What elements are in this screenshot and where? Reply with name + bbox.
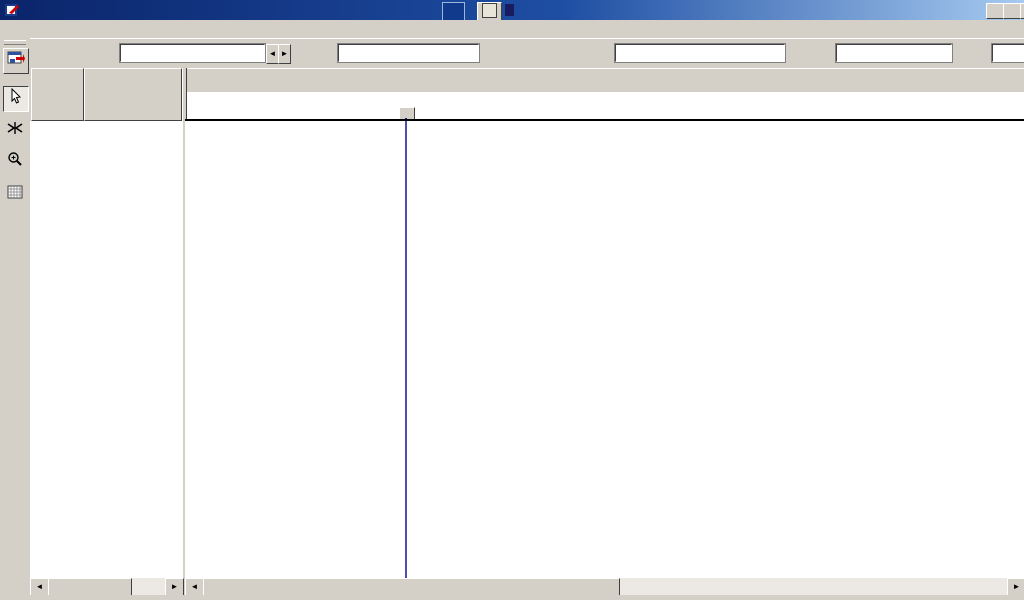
title-bar	[0, 0, 1024, 20]
toolbar-grip[interactable]	[4, 40, 26, 45]
menu-bar	[0, 20, 1024, 38]
language-indicator[interactable]	[442, 2, 465, 21]
grid-tool-icon[interactable]	[3, 182, 27, 206]
name-panel-hscrollbar[interactable]: ◄ ►	[30, 578, 182, 595]
close-button[interactable]	[1020, 3, 1024, 19]
quartus-app-icon	[4, 2, 20, 18]
interval-field	[615, 44, 785, 62]
new-waveform-icon[interactable]	[3, 48, 29, 74]
master-time-bar-field[interactable]	[120, 44, 265, 62]
help-button[interactable]	[477, 2, 502, 21]
edit-tool-icon[interactable]	[3, 118, 27, 142]
window-bottom-edge	[0, 595, 1024, 600]
timeline-ruler[interactable]	[185, 68, 1024, 94]
zoom-tool-icon[interactable]	[3, 150, 27, 174]
help-icon	[482, 3, 497, 18]
end-field[interactable]	[992, 44, 1024, 62]
pointer-tool-icon[interactable]	[3, 86, 29, 112]
waveform-panel[interactable]	[185, 119, 1024, 580]
cursor-band[interactable]	[185, 92, 1024, 121]
waveform-canvas	[185, 121, 1024, 578]
start-field[interactable]	[836, 44, 952, 62]
header-blank-cell	[31, 68, 84, 121]
time-spin-right-icon[interactable]: ►	[278, 44, 291, 64]
waveform-hscrollbar[interactable]: ◄ ►	[185, 578, 1024, 595]
waveform-doc-icon	[505, 4, 514, 16]
time-toolbar: ◄ ►	[30, 38, 1024, 65]
signal-name-panel	[30, 121, 182, 578]
pointer-field	[338, 44, 479, 62]
minimize-button[interactable]	[986, 3, 1004, 19]
restore-button[interactable]	[1003, 3, 1021, 19]
waveform-tool-palette	[0, 38, 30, 600]
header-name-cell	[84, 68, 182, 121]
